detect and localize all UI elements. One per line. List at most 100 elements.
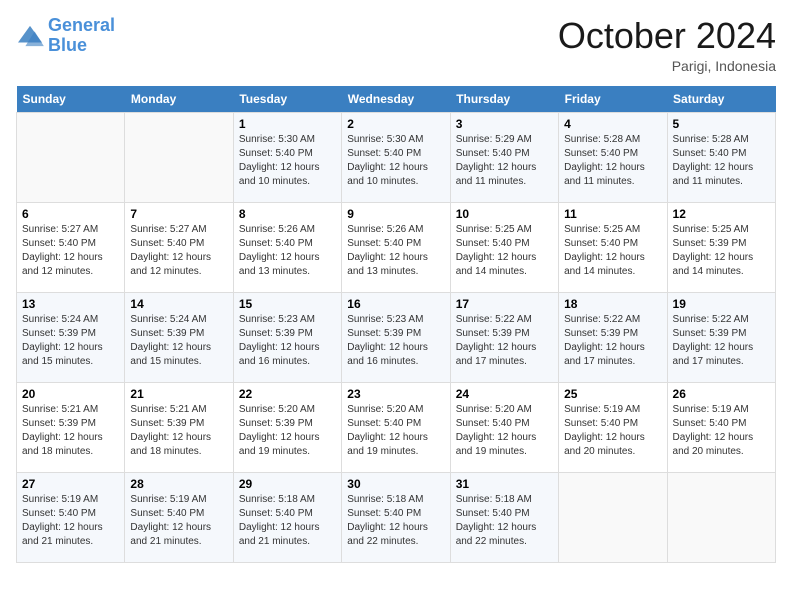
- calendar-day-cell: 29 Sunrise: 5:18 AMSunset: 5:40 PMDayligh…: [233, 472, 341, 562]
- weekday-header: Sunday: [17, 86, 125, 113]
- calendar-day-cell: 1Sunrise: 5:30 AMSunset: 5:40 PMDaylight…: [233, 112, 341, 202]
- day-info: Sunrise: 5:25 AMSunset: 5:40 PMDaylight:…: [456, 223, 553, 279]
- day-info: Sunrise: 5:23 AMSunset: 5:39 PMDaylight:…: [347, 313, 444, 369]
- day-info: Sunrise: 5:20 AMSunset: 5:40 PMDaylight:…: [456, 403, 553, 459]
- day-number: 15: [239, 297, 336, 311]
- calendar-day-cell: 4Sunrise: 5:28 AMSunset: 5:40 PMDaylight…: [559, 112, 667, 202]
- day-number: 19: [673, 297, 770, 311]
- day-number: 7: [130, 207, 227, 221]
- calendar-day-cell: 16Sunrise: 5:23 AMSunset: 5:39 PMDayligh…: [342, 292, 450, 382]
- weekday-header: Saturday: [667, 86, 775, 113]
- day-info: Sunrise: 5:24 AMSunset: 5:39 PMDaylight:…: [22, 313, 119, 369]
- calendar-day-cell: 19 Sunrise: 5:22 AMSunset: 5:39 PMDayligh…: [667, 292, 775, 382]
- calendar-day-cell: 24Sunrise: 5:20 AMSunset: 5:40 PMDayligh…: [450, 382, 558, 472]
- calendar-day-cell: 15 Sunrise: 5:23 AMSunset: 5:39 PMDayligh…: [233, 292, 341, 382]
- weekday-header: Monday: [125, 86, 233, 113]
- day-info: Sunrise: 5:21 AMSunset: 5:39 PMDaylight:…: [22, 403, 119, 459]
- calendar-day-cell: 9 Sunrise: 5:26 AMSunset: 5:40 PMDaylight…: [342, 202, 450, 292]
- logo: General Blue: [16, 16, 115, 56]
- day-number: 28: [130, 477, 227, 491]
- calendar-day-cell: 6 Sunrise: 5:27 AMSunset: 5:40 PMDaylight…: [17, 202, 125, 292]
- day-info: Sunrise: 5:25 AMSunset: 5:39 PMDaylight:…: [673, 223, 770, 279]
- day-info: Sunrise: 5:27 AMSunset: 5:40 PMDaylight:…: [22, 223, 119, 279]
- calendar-day-cell: 12 Sunrise: 5:25 AMSunset: 5:39 PMDayligh…: [667, 202, 775, 292]
- calendar-day-cell: 2Sunrise: 5:30 AMSunset: 5:40 PMDaylight…: [342, 112, 450, 202]
- day-info: Sunrise: 5:19 AMSunset: 5:40 PMDaylight:…: [130, 493, 227, 549]
- day-number: 22: [239, 387, 336, 401]
- day-number: 21: [130, 387, 227, 401]
- calendar-week-row: 1Sunrise: 5:30 AMSunset: 5:40 PMDaylight…: [17, 112, 776, 202]
- calendar-day-cell: [125, 112, 233, 202]
- calendar-day-cell: 26 Sunrise: 5:19 AMSunset: 5:40 PMDayligh…: [667, 382, 775, 472]
- month-title: October 2024: [558, 16, 776, 56]
- weekday-header: Thursday: [450, 86, 558, 113]
- day-number: 26: [673, 387, 770, 401]
- day-number: 6: [22, 207, 119, 221]
- location: Parigi, Indonesia: [558, 58, 776, 74]
- day-number: 2: [347, 117, 444, 131]
- calendar-day-cell: 23Sunrise: 5:20 AMSunset: 5:40 PMDayligh…: [342, 382, 450, 472]
- logo-text: General: [48, 16, 115, 36]
- calendar-day-cell: [667, 472, 775, 562]
- day-info: Sunrise: 5:19 AMSunset: 5:40 PMDaylight:…: [564, 403, 661, 459]
- day-info: Sunrise: 5:29 AMSunset: 5:40 PMDaylight:…: [456, 133, 553, 189]
- title-block: October 2024 Parigi, Indonesia: [558, 16, 776, 74]
- day-number: 4: [564, 117, 661, 131]
- day-info: Sunrise: 5:30 AMSunset: 5:40 PMDaylight:…: [239, 133, 336, 189]
- calendar-day-cell: 31 Sunrise: 5:18 AMSunset: 5:40 PMDayligh…: [450, 472, 558, 562]
- weekday-header: Friday: [559, 86, 667, 113]
- calendar-week-row: 27Sunrise: 5:19 AMSunset: 5:40 PMDayligh…: [17, 472, 776, 562]
- calendar-day-cell: 22 Sunrise: 5:20 AMSunset: 5:39 PMDayligh…: [233, 382, 341, 472]
- day-number: 29: [239, 477, 336, 491]
- calendar-day-cell: 14Sunrise: 5:24 AMSunset: 5:39 PMDayligh…: [125, 292, 233, 382]
- day-info: Sunrise: 5:22 AMSunset: 5:39 PMDaylight:…: [673, 313, 770, 369]
- day-number: 9: [347, 207, 444, 221]
- day-number: 31: [456, 477, 553, 491]
- day-number: 25: [564, 387, 661, 401]
- day-info: Sunrise: 5:25 AMSunset: 5:40 PMDaylight:…: [564, 223, 661, 279]
- day-number: 11: [564, 207, 661, 221]
- day-info: Sunrise: 5:18 AMSunset: 5:40 PMDaylight:…: [239, 493, 336, 549]
- weekday-header-row: SundayMondayTuesdayWednesdayThursdayFrid…: [17, 86, 776, 113]
- logo-text2: Blue: [48, 36, 115, 56]
- day-number: 12: [673, 207, 770, 221]
- day-info: Sunrise: 5:18 AMSunset: 5:40 PMDaylight:…: [456, 493, 553, 549]
- calendar-day-cell: 3 Sunrise: 5:29 AMSunset: 5:40 PMDaylight…: [450, 112, 558, 202]
- calendar-day-cell: 10 Sunrise: 5:25 AMSunset: 5:40 PMDayligh…: [450, 202, 558, 292]
- day-info: Sunrise: 5:27 AMSunset: 5:40 PMDaylight:…: [130, 223, 227, 279]
- weekday-header: Wednesday: [342, 86, 450, 113]
- day-number: 30: [347, 477, 444, 491]
- calendar-day-cell: 27Sunrise: 5:19 AMSunset: 5:40 PMDayligh…: [17, 472, 125, 562]
- calendar-day-cell: 13 Sunrise: 5:24 AMSunset: 5:39 PMDayligh…: [17, 292, 125, 382]
- day-info: Sunrise: 5:18 AMSunset: 5:40 PMDaylight:…: [347, 493, 444, 549]
- day-number: 3: [456, 117, 553, 131]
- calendar-day-cell: 20 Sunrise: 5:21 AMSunset: 5:39 PMDayligh…: [17, 382, 125, 472]
- calendar-day-cell: [17, 112, 125, 202]
- calendar-day-cell: 17 Sunrise: 5:22 AMSunset: 5:39 PMDayligh…: [450, 292, 558, 382]
- calendar-day-cell: 8Sunrise: 5:26 AMSunset: 5:40 PMDaylight…: [233, 202, 341, 292]
- day-info: Sunrise: 5:26 AMSunset: 5:40 PMDaylight:…: [347, 223, 444, 279]
- day-number: 13: [22, 297, 119, 311]
- day-info: Sunrise: 5:28 AMSunset: 5:40 PMDaylight:…: [673, 133, 770, 189]
- day-info: Sunrise: 5:21 AMSunset: 5:39 PMDaylight:…: [130, 403, 227, 459]
- day-info: Sunrise: 5:22 AMSunset: 5:39 PMDaylight:…: [456, 313, 553, 369]
- day-number: 5: [673, 117, 770, 131]
- day-info: Sunrise: 5:20 AMSunset: 5:39 PMDaylight:…: [239, 403, 336, 459]
- calendar-week-row: 6 Sunrise: 5:27 AMSunset: 5:40 PMDaylight…: [17, 202, 776, 292]
- weekday-header: Tuesday: [233, 86, 341, 113]
- day-info: Sunrise: 5:19 AMSunset: 5:40 PMDaylight:…: [673, 403, 770, 459]
- calendar-day-cell: 11 Sunrise: 5:25 AMSunset: 5:40 PMDayligh…: [559, 202, 667, 292]
- page-header: General Blue October 2024 Parigi, Indone…: [16, 16, 776, 74]
- calendar-week-row: 13 Sunrise: 5:24 AMSunset: 5:39 PMDayligh…: [17, 292, 776, 382]
- day-info: Sunrise: 5:22 AMSunset: 5:39 PMDaylight:…: [564, 313, 661, 369]
- day-number: 14: [130, 297, 227, 311]
- logo-icon: [16, 24, 44, 48]
- day-number: 17: [456, 297, 553, 311]
- day-info: Sunrise: 5:23 AMSunset: 5:39 PMDaylight:…: [239, 313, 336, 369]
- day-number: 10: [456, 207, 553, 221]
- calendar-day-cell: [559, 472, 667, 562]
- day-number: 20: [22, 387, 119, 401]
- day-info: Sunrise: 5:26 AMSunset: 5:40 PMDaylight:…: [239, 223, 336, 279]
- calendar-table: SundayMondayTuesdayWednesdayThursdayFrid…: [16, 86, 776, 563]
- day-number: 23: [347, 387, 444, 401]
